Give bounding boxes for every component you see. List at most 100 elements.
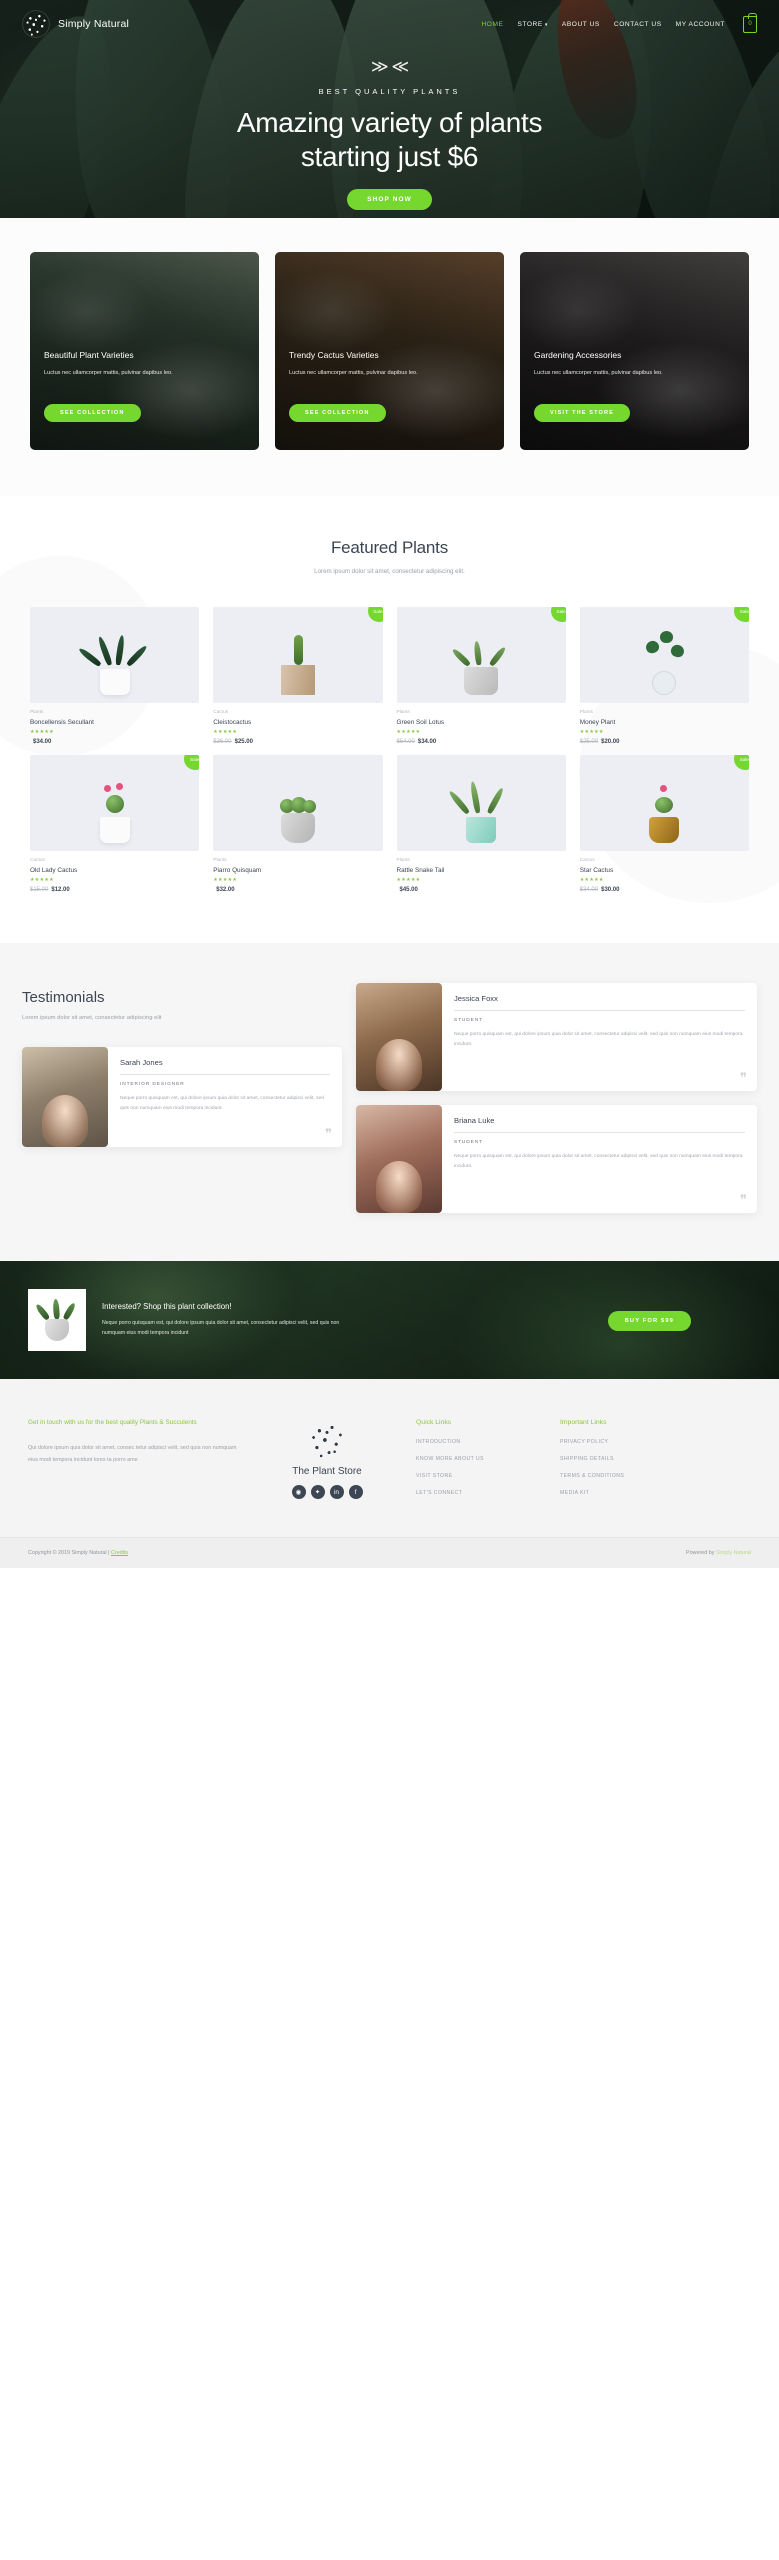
product-current-price: $20.00 xyxy=(601,739,620,745)
nav-item-contact-us[interactable]: CONTACT US xyxy=(614,21,662,28)
brand-logo[interactable]: Simply Natural xyxy=(22,10,129,38)
product-category: Plants xyxy=(213,858,227,863)
testimonial-role: INTERIOR DESIGNER xyxy=(120,1082,185,1087)
product-category: Cactus xyxy=(30,858,45,863)
nav-item-home[interactable]: HOME xyxy=(481,21,503,28)
quick-link-lets-connect[interactable]: LET'S CONNECT xyxy=(416,1490,546,1496)
credits-link[interactable]: Credits xyxy=(111,1550,128,1556)
linkedin-icon[interactable]: in xyxy=(329,1485,344,1499)
logo-icon xyxy=(22,10,50,38)
product-old-price: $54.00 xyxy=(396,739,415,745)
nav-item-store[interactable]: STORE ▾ xyxy=(517,21,547,28)
quick-link-visit-store[interactable]: VISIT STORE xyxy=(416,1473,546,1479)
product-card[interactable]: Sale! Cactus Star Cactus ★★★★★ $34.00$30… xyxy=(579,755,749,893)
facebook-icon[interactable]: f xyxy=(348,1485,363,1499)
quick-link-know-more-about-us[interactable]: KNOW MORE ABOUT US xyxy=(416,1456,546,1462)
product-current-price: $25.00 xyxy=(234,739,253,745)
rating-stars: ★★★★★ xyxy=(579,729,604,735)
product-category: Plants xyxy=(396,710,410,715)
promo-title: Interested? Shop this plant collection! xyxy=(102,1301,232,1311)
rating-stars: ★★★★★ xyxy=(396,729,421,735)
important-link-terms-conditions[interactable]: TERMS & CONDITIONS xyxy=(560,1473,690,1479)
product-card[interactable]: Sale! Plants Money Plant ★★★★★ $25.00$20… xyxy=(579,607,749,745)
product-name: Money Plant xyxy=(579,719,616,726)
chevron-down-icon: ▾ xyxy=(544,21,548,28)
cart-icon[interactable]: 0 xyxy=(743,12,757,33)
hero-title-line-2: starting just $6 xyxy=(300,141,479,173)
product-image: Sale! xyxy=(579,755,749,851)
collection-card[interactable]: Gardening Accessories Luctus nec ullamco… xyxy=(520,252,749,450)
footer-quick-links: Quick Links INTRODUCTION KNOW MORE ABOUT… xyxy=(416,1417,546,1507)
product-current-price: $34.00 xyxy=(417,739,437,745)
product-card[interactable]: Sale! Plants Green Soil Lotus ★★★★★ $54.… xyxy=(396,607,566,745)
shop-now-button[interactable]: SHOP NOW xyxy=(347,189,432,211)
main-nav: HOME STORE ▾ ABOUT US CONTACT US MY ACCOU… xyxy=(481,12,757,33)
product-card[interactable]: Sale! Cactus Old Lady Cactus ★★★★★ $15.0… xyxy=(30,755,200,893)
footer-about: Get in touch with us for the best qualit… xyxy=(28,1417,238,1507)
product-current-price: $30.00 xyxy=(601,887,620,893)
important-link-media-kit[interactable]: MEDIA KIT xyxy=(560,1490,690,1496)
avatar xyxy=(22,1047,108,1147)
instagram-icon[interactable]: ◉ xyxy=(291,1485,306,1499)
product-card[interactable]: Plants Boncellensis Secullant ★★★★★ $34.… xyxy=(30,607,200,745)
testimonial-name: Briana Luke xyxy=(454,1116,745,1133)
product-price: $34.00 $30.00 xyxy=(580,887,749,893)
testimonial-role: STUDENT xyxy=(454,1018,483,1023)
collection-card[interactable]: Beautiful Plant Varieties Luctus nec ull… xyxy=(30,252,259,450)
product-grid: Plants Boncellensis Secullant ★★★★★ $34.… xyxy=(0,575,779,893)
product-card[interactable]: Plants Rattle Snake Tail ★★★★★ $45.00 xyxy=(396,755,566,893)
twitter-icon[interactable]: ✦ xyxy=(310,1485,325,1499)
product-name: Piarro Quisquam xyxy=(213,867,262,874)
testimonials-subtitle: Lorem ipsum dolor sit amet, consectetur … xyxy=(22,1015,162,1021)
rating-stars: ★★★★★ xyxy=(213,729,238,735)
product-category: Plants xyxy=(579,710,594,715)
collection-title: Beautiful Plant Varieties xyxy=(44,350,134,360)
important-links-title: Important Links xyxy=(560,1419,607,1426)
product-old-price: $25.00 xyxy=(579,739,599,745)
product-card[interactable]: Sale! Cactus Cleistocactus ★★★★★ $36.00$… xyxy=(213,607,383,745)
product-name: Star Cactus xyxy=(579,867,614,874)
testimonials-intro: Testimonials Lorem ipsum dolor sit amet,… xyxy=(22,983,342,1213)
collection-card[interactable]: Trendy Cactus Varieties Luctus nec ullam… xyxy=(275,252,504,450)
site-footer: Get in touch with us for the best qualit… xyxy=(0,1379,779,1537)
rating-stars: ★★★★★ xyxy=(396,877,421,883)
see-collection-button[interactable]: SEE COLLECTION xyxy=(44,404,141,423)
top-navigation-bar: Simply Natural HOME STORE ▾ ABOUT US CONT… xyxy=(0,0,779,48)
nav-item-my-account[interactable]: MY ACCOUNT xyxy=(676,21,725,28)
product-current-price: $32.00 xyxy=(216,887,235,893)
nav-item-about-us[interactable]: ABOUT US xyxy=(562,21,600,28)
featured-plants-section: Featured Plants Lorem ipsum dolor sit am… xyxy=(0,496,779,943)
visit-the-store-button[interactable]: VISIT THE STORE xyxy=(534,404,630,423)
testimonials-section: Testimonials Lorem ipsum dolor sit amet,… xyxy=(0,943,779,1261)
testimonial-card: Briana Luke STUDENT Neque porro quisquam… xyxy=(356,1105,757,1213)
product-card[interactable]: Plants Piarro Quisquam ★★★★★ $32.00 xyxy=(213,755,383,893)
quote-icon: ❞ xyxy=(740,1192,747,1207)
testimonial-card: Sarah Jones INTERIOR DESIGNER Neque porr… xyxy=(22,1047,342,1147)
product-image: Sale! xyxy=(30,755,200,851)
buy-now-button[interactable]: BUY FOR $99 xyxy=(607,1311,691,1331)
rating-stars: ★★★★★ xyxy=(213,877,238,883)
product-current-price: $34.00 xyxy=(33,739,52,745)
product-image xyxy=(30,607,200,703)
laurel-wreath-icon: ≫ ≪ xyxy=(370,57,409,76)
important-link-shipping-details[interactable]: SHIPPING DETAILS xyxy=(560,1456,690,1462)
testimonial-role: STUDENT xyxy=(454,1140,483,1145)
quick-links-title: Quick Links xyxy=(416,1419,452,1426)
important-link-privacy-policy[interactable]: PRIVACY POLICY xyxy=(560,1439,690,1445)
testimonial-card: Jessica Foxx STUDENT Neque porro quisqua… xyxy=(356,983,757,1091)
page-title: Featured Plants xyxy=(330,538,448,557)
copyright-bar: Copyright © 2019 Simply Natural | Credit… xyxy=(0,1537,779,1568)
promo-product-image xyxy=(28,1289,86,1351)
footer-logo-icon xyxy=(306,1419,348,1461)
see-collection-button[interactable]: SEE COLLECTION xyxy=(289,404,386,423)
powered-by-brand: Simply Natural xyxy=(715,1550,751,1556)
quick-link-introduction[interactable]: INTRODUCTION xyxy=(416,1439,546,1445)
product-image: Sale! xyxy=(396,607,566,703)
hero-title-line-1: Amazing variety of plants xyxy=(236,107,543,138)
testimonial-text: Neque porro quisquam est, qui dolore ips… xyxy=(454,1154,743,1170)
hero-kicker: BEST QUALITY PLANTS xyxy=(318,87,461,96)
product-image: Sale! xyxy=(579,607,749,703)
collection-desc: Luctus nec ullamcorper mattis, pulvinar … xyxy=(534,370,663,376)
collection-title: Gardening Accessories xyxy=(534,350,622,360)
product-price: $54.00 $34.00 xyxy=(397,739,566,745)
